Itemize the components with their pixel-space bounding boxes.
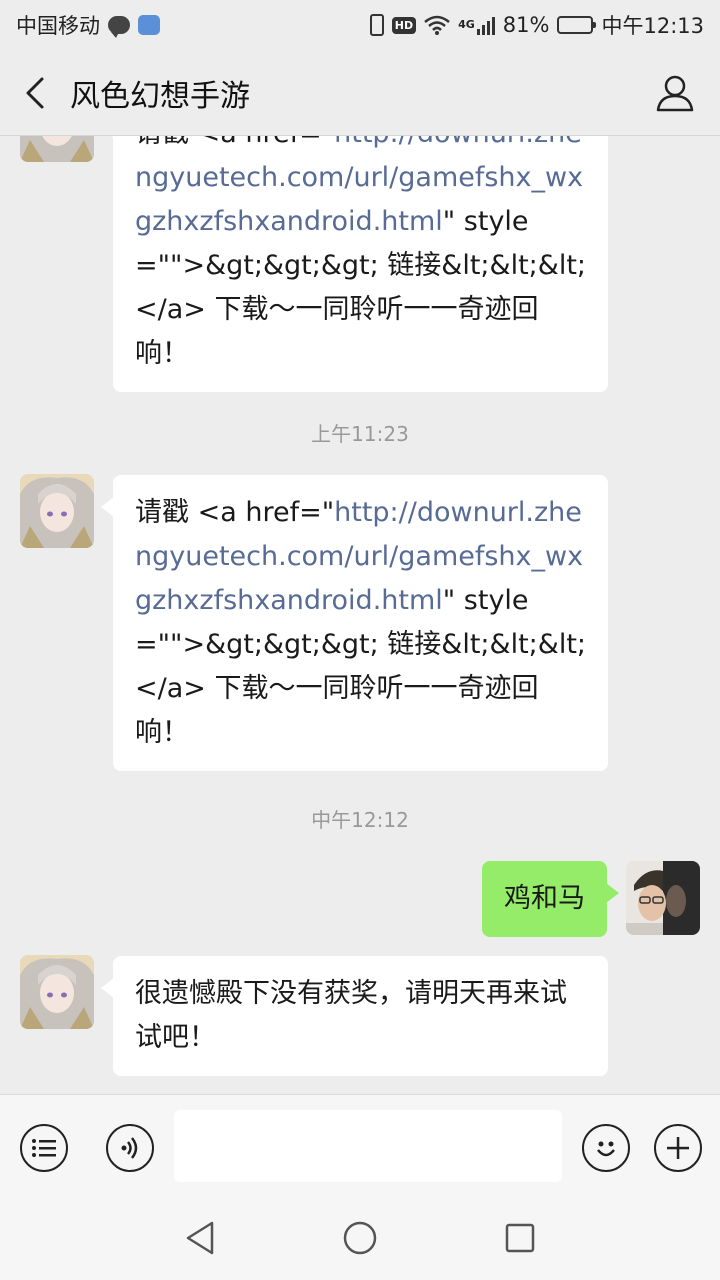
emoji-icon bbox=[597, 1141, 615, 1157]
clock: 中午12:13 bbox=[601, 14, 704, 38]
plus-icon bbox=[667, 1137, 689, 1159]
system-home-button[interactable] bbox=[340, 1218, 380, 1258]
square-recents-icon bbox=[505, 1223, 535, 1253]
chevron-left-icon bbox=[26, 77, 44, 108]
message-bubble[interactable]: 很遗憾殿下没有获奖，请明天再来试试吧！ bbox=[101, 956, 608, 1076]
emoji-button[interactable] bbox=[582, 1124, 630, 1172]
system-recents-button[interactable] bbox=[500, 1218, 540, 1258]
system-navigation-bar bbox=[0, 1198, 720, 1280]
voice-icon bbox=[121, 1137, 138, 1159]
vibrate-icon bbox=[369, 14, 384, 36]
chat-info-button[interactable] bbox=[630, 50, 720, 136]
menu-button[interactable] bbox=[20, 1124, 68, 1172]
chat-message-list[interactable]: 请戳 <a href="http://downurl.zhengyuetech.… bbox=[0, 136, 720, 1094]
message-input[interactable] bbox=[174, 1110, 562, 1182]
wifi-icon bbox=[424, 15, 450, 35]
message-bubble[interactable]: 请戳 <a href="http://downurl.zhengyuetech.… bbox=[101, 136, 608, 392]
timestamp: 中午12:12 bbox=[311, 808, 409, 832]
network-type: 4G bbox=[458, 18, 475, 31]
message-bubble[interactable]: 请戳 <a href="http://downurl.zhengyuetech.… bbox=[101, 475, 608, 771]
person-icon bbox=[656, 75, 694, 111]
battery-icon bbox=[557, 16, 597, 34]
list-icon bbox=[32, 1139, 56, 1157]
battery-percent: 81% bbox=[502, 13, 550, 37]
timestamp: 上午11:23 bbox=[311, 422, 409, 446]
carrier-label: 中国移动 bbox=[16, 14, 100, 38]
message-text: 很遗憾殿下没有获奖，请明天再来试试吧！ bbox=[135, 978, 567, 1053]
hd-icon: HD bbox=[391, 16, 417, 34]
message-bubble-mine[interactable]: 鸡和马 bbox=[482, 861, 619, 937]
message-text: 请戳 <a href=" bbox=[135, 497, 335, 528]
voice-button[interactable] bbox=[106, 1124, 154, 1172]
bot-avatar[interactable] bbox=[20, 136, 94, 162]
message-text: 请戳 <a href=" bbox=[135, 136, 334, 149]
app-notification-icon bbox=[138, 15, 160, 35]
back-button[interactable] bbox=[0, 50, 70, 136]
message-text: 鸡和马 bbox=[504, 883, 585, 914]
more-button[interactable] bbox=[654, 1124, 702, 1172]
bot-avatar[interactable] bbox=[20, 474, 94, 548]
chat-notification-icon bbox=[108, 16, 130, 38]
signal-icon bbox=[476, 15, 495, 35]
circle-home-icon bbox=[343, 1221, 377, 1255]
bot-avatar[interactable] bbox=[20, 955, 94, 1029]
system-back-button[interactable] bbox=[180, 1218, 220, 1258]
chat-header: 风色幻想手游 bbox=[0, 50, 720, 136]
status-bar: 中国移动 HD 4G 81% 中午12:13 bbox=[0, 0, 720, 50]
my-avatar[interactable] bbox=[626, 861, 700, 935]
input-bar bbox=[0, 1094, 720, 1198]
chat-title: 风色幻想手游 bbox=[70, 78, 250, 114]
triangle-back-icon bbox=[186, 1221, 214, 1255]
